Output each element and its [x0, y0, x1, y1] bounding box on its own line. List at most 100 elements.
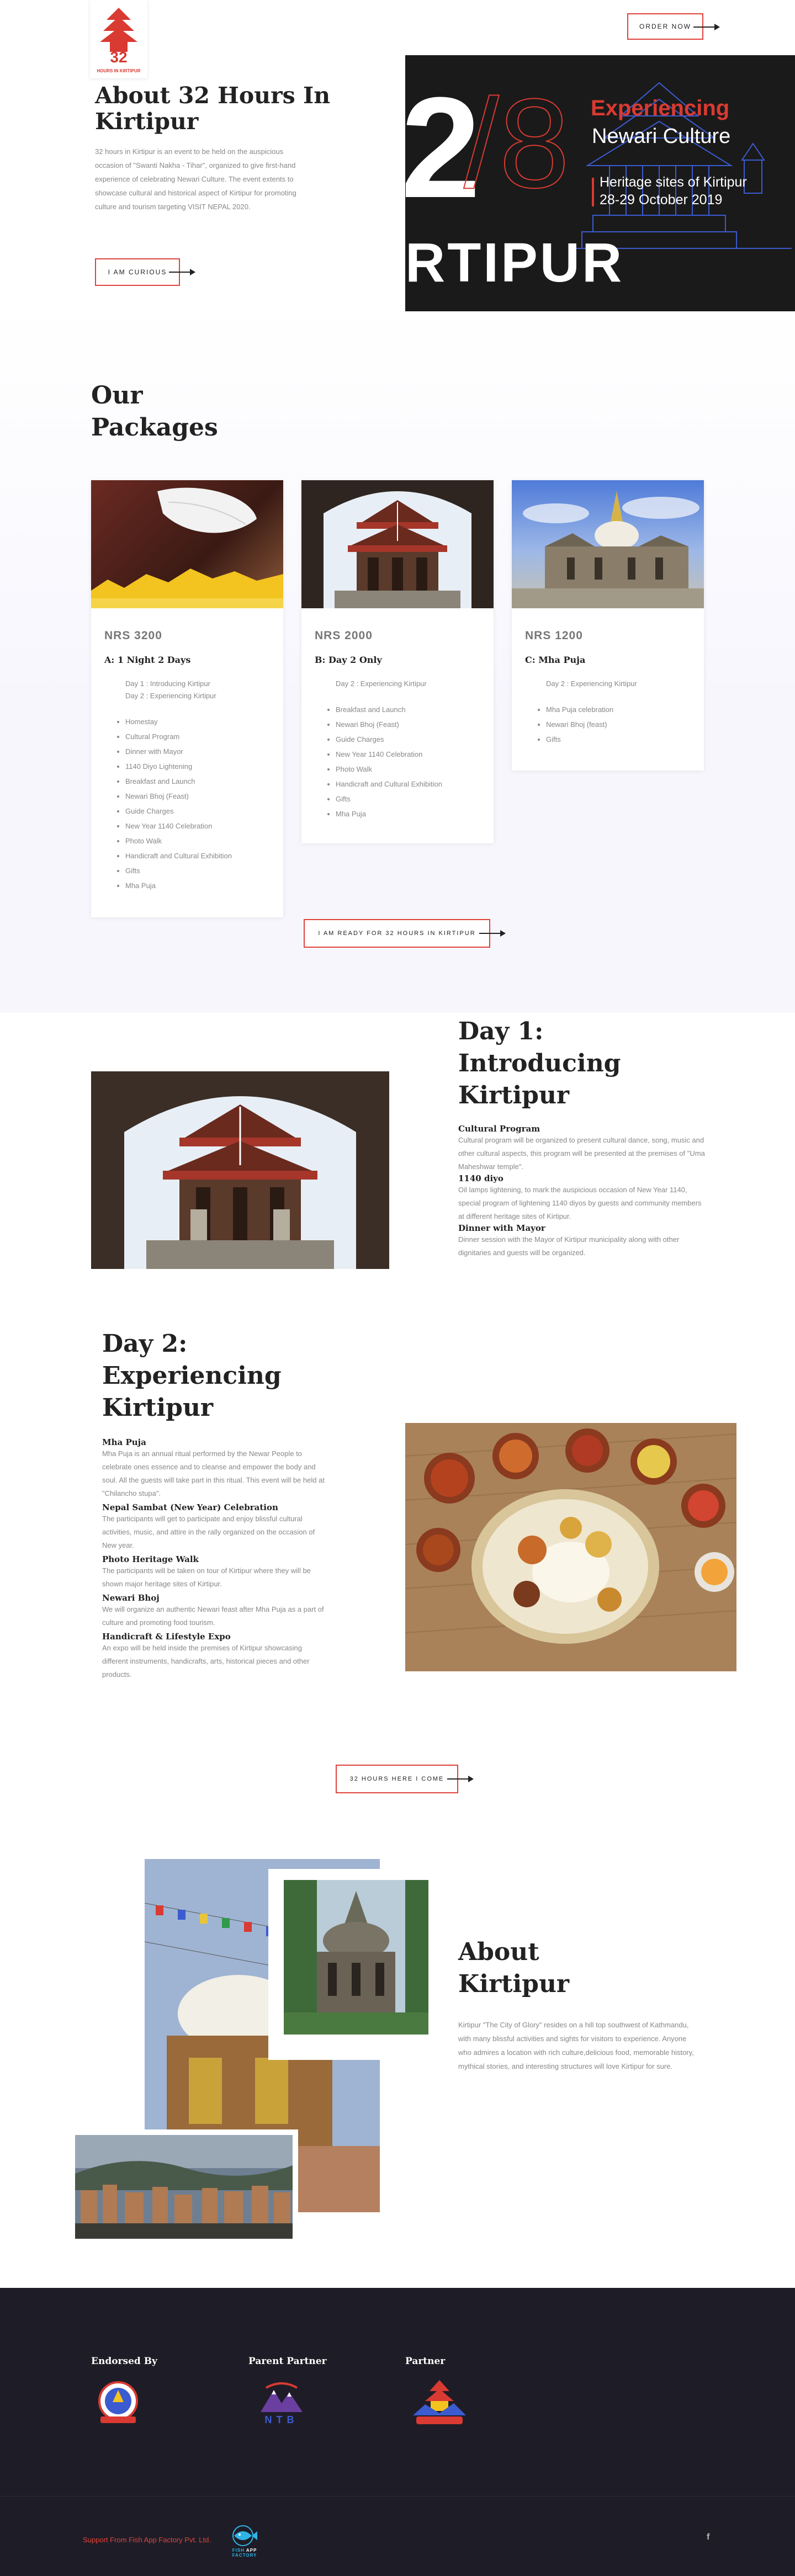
hero-title-line1: About 32 Hours In — [95, 82, 331, 109]
fish-app-factory-logo[interactable]: FISH APP FACTORY — [221, 2524, 268, 2558]
hero-title-line2: Kirtipur — [95, 108, 199, 135]
brand-factory: FACTORY — [232, 2553, 257, 2558]
feature-item: Cultural Program — [125, 729, 232, 744]
i-am-curious-label: I AM CURIOUS — [108, 268, 167, 276]
day2-item-title: Nepal Sambat (New Year) Celebration — [102, 1502, 278, 1512]
brand-fish: FISH — [232, 2548, 245, 2553]
logo-number: 32 — [110, 49, 128, 66]
order-now-arrow-icon — [693, 24, 720, 30]
feature-item: Dinner with Mayor — [125, 744, 232, 759]
package-card-a[interactable]: NRS 3200 A: 1 Night 2 Days Day 1 : Intro… — [91, 480, 283, 917]
stupa-image — [512, 491, 704, 608]
pagoda-logo-icon — [100, 8, 137, 52]
fish-brand-text: FISH APP FACTORY — [221, 2548, 268, 2558]
day1-items: Cultural Program Cultural program will b… — [458, 1124, 707, 1260]
collage-image-city-frame — [72, 2129, 298, 2243]
collage-image-temple-white-frame — [268, 1869, 439, 2060]
partners-section — [0, 2288, 795, 2576]
about-heading-line1: About — [458, 1938, 539, 1966]
day1-item-title: Dinner with Mayor — [458, 1223, 545, 1233]
feature-item: Guide Charges — [336, 732, 442, 747]
facebook-icon[interactable]: f — [707, 2532, 709, 2542]
footer-support-text[interactable]: Support From Fish App Factory Pvt. Ltd. — [83, 2536, 211, 2544]
day2-heading-line3: Kirtipur — [102, 1394, 214, 1422]
package-a-days: Day 1 : Introducing Kirtipur Day 2 : Exp… — [125, 678, 216, 702]
feature-item: Gifts — [546, 732, 613, 747]
day2-item-text: The participants will be taken on tour o… — [102, 1566, 311, 1588]
hero-banner: 2 /8 RTIPUR Experiencing Newari Culture … — [405, 55, 795, 311]
curious-arrow-icon — [169, 269, 195, 275]
day2-item-title: Mha Puja — [102, 1437, 146, 1447]
kirtipur-municipality-logo[interactable] — [93, 2380, 144, 2424]
endorsed-by-title: Endorsed By — [91, 2356, 157, 2367]
collage-image-temple — [284, 1880, 428, 2035]
banner-divider — [592, 178, 594, 206]
partner-temple-logo[interactable] — [409, 2377, 470, 2430]
day1-heading-line1: Day 1: — [458, 1017, 544, 1045]
package-a-features: Homestay Cultural Program Dinner with Ma… — [125, 714, 232, 893]
ready-arrow-icon — [479, 930, 506, 937]
site-logo[interactable]: 32 HOURS IN KIRTIPUR — [90, 0, 147, 78]
feature-item: Breakfast and Launch — [125, 774, 232, 789]
about-heading: About Kirtipur — [458, 1936, 569, 2000]
feature-item: Homestay — [125, 714, 232, 729]
about-text: Kirtipur "The City of Glory" resides on … — [458, 2021, 694, 2070]
day1-image — [91, 1071, 389, 1269]
feature-item: Gifts — [125, 863, 232, 878]
feature-item: 1140 Diyo Lightening — [125, 759, 232, 774]
feature-item: Mha Puja — [336, 806, 442, 821]
ntb-label: NTB — [264, 2414, 299, 2425]
package-card-b[interactable]: NRS 2000 B: Day 2 Only Day 2 : Experienc… — [301, 480, 494, 843]
day2-item-text: We will organize an authentic Newari fea… — [102, 1605, 324, 1627]
feature-item: Newari Bhoj (Feast) — [336, 717, 442, 732]
kirtipur-city-image — [75, 2135, 293, 2239]
package-card-c[interactable]: NRS 1200 C: Mha Puja Day 2 : Experiencin… — [512, 480, 704, 771]
logo-caption: HOURS IN KIRTIPUR — [97, 68, 141, 73]
here-i-come-label: 32 HOURS HERE I COME — [349, 1776, 444, 1782]
banner-dates: 28-29 October 2019 — [600, 192, 723, 208]
day2-heading-line1: Day 2: — [102, 1330, 188, 1358]
package-b-days: Day 2 : Experiencing Kirtipur — [336, 678, 427, 690]
day2-item-text: Mha Puja is an annual ritual performed b… — [102, 1449, 325, 1497]
day2-items: Mha Puja Mha Puja is an annual ritual pe… — [102, 1437, 328, 1681]
package-b-features: Breakfast and Launch Newari Bhoj (Feast)… — [336, 702, 442, 821]
hero-description: 32 hours in Kirtipur is an event to be h… — [95, 147, 296, 211]
banner-newari: Newari Culture — [592, 125, 731, 148]
temple-window-image — [91, 1071, 389, 1269]
brand-app: APP — [246, 2548, 257, 2553]
banner-outline-number: /8 — [463, 72, 570, 215]
feature-item: New Year 1140 Celebration — [125, 819, 232, 833]
package-c-image — [512, 480, 704, 608]
package-a-name: A: 1 Night 2 Days — [104, 655, 191, 665]
ready-for-32-hours-button[interactable]: I AM READY FOR 32 HOURS IN KIRTIPUR — [304, 919, 490, 948]
day2-item-title: Handicraft & Lifestyle Expo — [102, 1632, 231, 1642]
here-i-come-arrow-icon — [447, 1776, 474, 1782]
day2-item-title: Photo Heritage Walk — [102, 1554, 199, 1564]
package-a-price: NRS 3200 — [104, 629, 162, 642]
i-am-curious-button[interactable]: I AM CURIOUS — [95, 258, 180, 286]
day1-item-text: Oil lamps lightening, to mark the auspic… — [458, 1186, 702, 1220]
feature-item: Newari Bhoj (feast) — [546, 717, 613, 732]
day2-heading: Day 2: Experiencing Kirtipur — [102, 1328, 282, 1424]
ntb-logo[interactable]: NTB — [255, 2379, 308, 2432]
cloth-ritual-image — [91, 487, 283, 608]
order-now-label: ORDER NOW — [639, 23, 691, 30]
day1-item-title: 1140 diyo — [458, 1173, 504, 1183]
feature-item: Breakfast and Launch — [336, 702, 442, 717]
package-b-image — [301, 480, 494, 608]
fish-logo-icon — [232, 2525, 257, 2546]
banner-kirtipur: RTIPUR — [405, 232, 624, 294]
package-a-day-1: Day 1 : Introducing Kirtipur — [125, 679, 210, 688]
32-hours-here-i-come-button[interactable]: 32 HOURS HERE I COME — [336, 1765, 458, 1793]
feature-item: Photo Walk — [336, 762, 442, 777]
day1-heading: Day 1: Introducing Kirtipur — [458, 1016, 621, 1112]
collage-image-city — [75, 2135, 293, 2239]
day2-heading-line2: Experiencing — [102, 1362, 282, 1390]
order-now-button[interactable]: ORDER NOW — [627, 13, 703, 40]
parent-partner-title: Parent Partner — [248, 2356, 327, 2367]
package-a-image — [91, 480, 283, 608]
hero-title: About 32 Hours In Kirtipur — [95, 83, 330, 135]
about-heading-line2: Kirtipur — [458, 1970, 570, 1998]
municipality-seal-icon — [98, 2381, 138, 2423]
newari-feast-image — [405, 1423, 736, 1671]
